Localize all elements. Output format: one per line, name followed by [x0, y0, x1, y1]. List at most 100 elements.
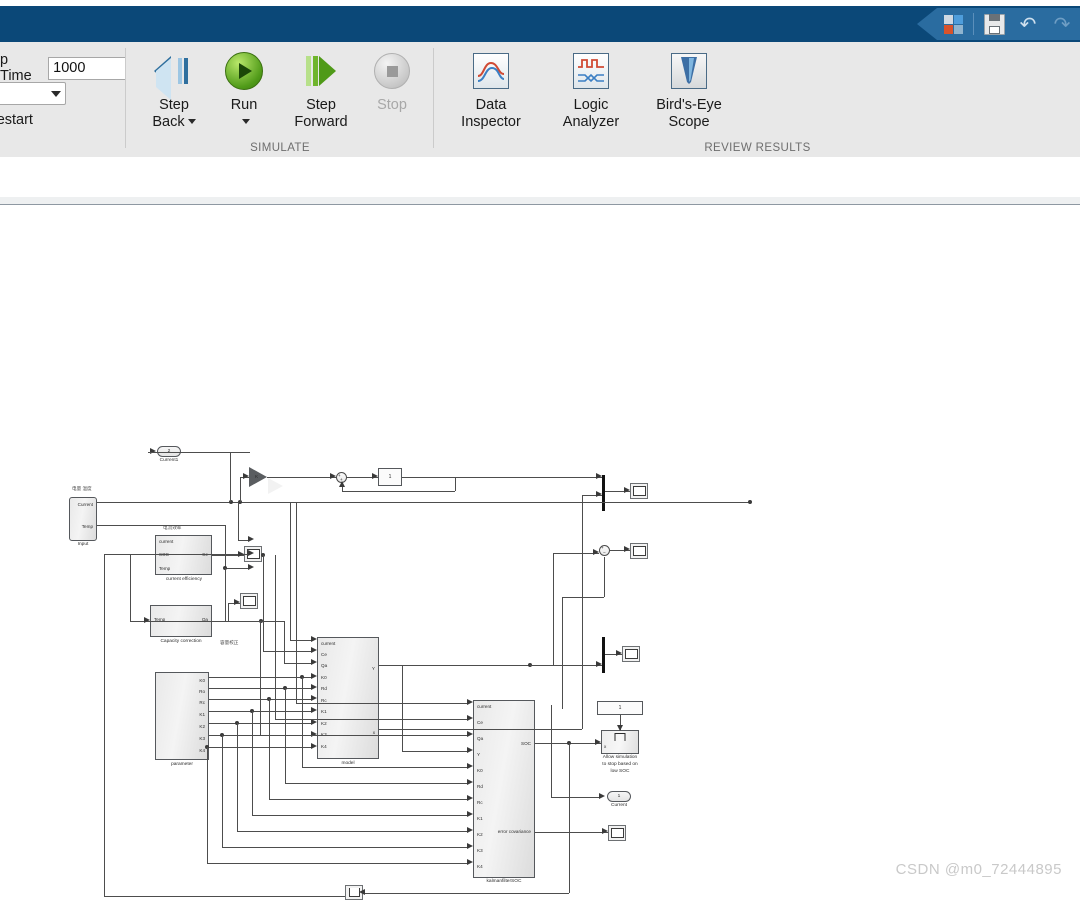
birds-eye-scope-icon — [643, 48, 735, 94]
wire-model-current-h — [290, 640, 313, 641]
review-results-group-title: REVIEW RESULTS — [704, 142, 811, 154]
arrow-model-rc — [311, 695, 317, 701]
wire-k1-down — [252, 711, 253, 815]
arrow-ce-soc — [248, 550, 254, 556]
wire-model-current-v — [290, 502, 291, 640]
logic-analyzer-label-1: Logic — [573, 97, 609, 113]
new-model-icon[interactable] — [939, 10, 967, 38]
wire-model-x-v — [582, 495, 583, 729]
arrow-mux-mid-y — [596, 661, 602, 667]
capacity-correction-annotation-cn: 容量校正 — [220, 640, 239, 645]
block-capacity-correction-label: Capacity correction — [160, 639, 202, 644]
logic-analyzer-button[interactable]: Logic Analyzer — [545, 48, 637, 131]
logic-analyzer-icon — [545, 48, 637, 94]
simulate-group-title: SIMULATE — [250, 142, 310, 154]
wire-k0 — [209, 677, 313, 678]
fast-restart-label[interactable]: Fast Restart — [0, 112, 33, 128]
undo-icon[interactable]: ↶ — [1014, 10, 1042, 38]
wire-sum-mid-minus-v — [604, 557, 605, 597]
block-constant[interactable]: 1 — [597, 701, 643, 715]
param-out-ro: Ro — [199, 689, 205, 694]
kf-in-qa: Qa — [477, 736, 484, 741]
wire-kf-qa-v — [260, 621, 261, 735]
mux-mid[interactable] — [602, 637, 605, 673]
block-kalmanfilter-soc[interactable]: current Ce Qa Y K0 Rd Rc K1 K2 K3 K4 SOC… — [473, 700, 535, 878]
wire-gain-feed-v — [240, 477, 241, 502]
chevron-down-icon[interactable] — [187, 119, 196, 124]
block-kalmanfilter-soc-label: kalmanfilterSOC — [486, 879, 522, 884]
param-out-rc: Rc — [199, 700, 205, 705]
wire-ro-to-kf — [285, 783, 469, 784]
arrow-kf-y — [467, 747, 473, 753]
wire-soc-loop-left — [104, 554, 105, 896]
block-sum-mid[interactable]: + − — [599, 545, 610, 556]
block-input[interactable]: Current Temp — [69, 497, 97, 541]
chevron-down-icon[interactable] — [241, 119, 250, 124]
arrow-kf-current — [467, 699, 473, 705]
group-divider-2 — [433, 48, 434, 148]
simulation-mode-select[interactable]: mal — [0, 82, 66, 105]
step-back-label-2: Back — [152, 114, 185, 130]
scope-mux-mid[interactable] — [622, 646, 640, 662]
data-inspector-button[interactable]: Data Inspector — [445, 48, 537, 131]
breadcrumb[interactable] — [0, 157, 1080, 198]
logic-analyzer-label-2: Analyzer — [562, 114, 620, 130]
block-model-label: model — [341, 761, 355, 766]
wire-k1 — [209, 711, 313, 712]
wire-k3-down — [222, 735, 223, 847]
simulink-canvas[interactable]: 电量 温度 Current Temp Input 2 Current1 K + … — [0, 205, 1080, 900]
wire-current-bus — [231, 502, 751, 503]
stop-label: Stop — [377, 97, 407, 113]
arrow-kf-ro — [467, 779, 473, 785]
wire-cc-bus — [240, 621, 284, 622]
kf-in-k3: K3 — [477, 848, 483, 853]
block-current-efficiency[interactable]: current SOC Temp Ce — [155, 535, 212, 575]
quick-access-expander[interactable] — [917, 8, 937, 40]
arrow-cc-scope — [234, 599, 240, 605]
wire-k2 — [209, 723, 313, 724]
arrow-model-qa — [311, 659, 317, 665]
param-out-k4: K4 — [199, 748, 205, 753]
birds-eye-scope-button[interactable]: Bird's-Eye Scope — [643, 48, 735, 131]
kf-in-current: current — [477, 704, 492, 709]
block-model[interactable]: current Ce Qa K0 Rd Rc K1 K2 K3 K4 Y x — [317, 637, 379, 759]
wire-rc — [209, 699, 313, 700]
quick-access-divider — [973, 13, 974, 35]
arrow-model-current — [311, 636, 317, 642]
block-parameter[interactable]: K0 Ro Rc K1 K2 K3 K4 — [155, 672, 209, 760]
run-button[interactable]: Run — [206, 48, 282, 131]
wire-temp-v — [225, 525, 226, 568]
step-forward-button[interactable]: Step Forward — [278, 48, 364, 131]
stop-time-input[interactable]: 1000 — [48, 56, 126, 80]
arrow-outport-current — [599, 793, 605, 799]
arrow-sum-in — [330, 473, 336, 479]
wire-k4-to-kf — [207, 863, 469, 864]
arrow-model-ce — [311, 647, 317, 653]
outport-current[interactable]: 1 — [607, 791, 631, 802]
wire-ce-to-model-v — [263, 555, 264, 651]
wire-cc-to-model-v — [284, 621, 285, 663]
step-back-button[interactable]: Step Back — [136, 48, 212, 131]
redo-icon[interactable]: ↷ — [1048, 10, 1076, 38]
kf-out-errcov: error covariance — [497, 829, 531, 834]
wire-k2-to-kf — [237, 831, 469, 832]
data-inspector-label-2: Inspector — [461, 114, 521, 130]
kf-in-k4: K4 — [477, 864, 483, 869]
input-port-temp: Temp — [81, 524, 93, 529]
arrow-sum-feedback — [339, 481, 345, 487]
scope-sum-mid[interactable] — [630, 543, 648, 559]
outport-current-label: Current — [611, 803, 627, 808]
block-unit-delay[interactable]: 1 — [378, 468, 402, 486]
scope-capacity[interactable] — [240, 593, 258, 609]
scope-mux-top[interactable] — [630, 483, 648, 499]
block-stop-simulation[interactable]: x — [601, 730, 639, 754]
wire-current-to-outport — [230, 452, 231, 502]
arrow-stop-sim — [595, 739, 601, 745]
wire-y-to-kf-h — [402, 751, 469, 752]
scope-error-covariance[interactable] — [608, 825, 626, 841]
wire-soc-loop-bottom — [104, 896, 345, 897]
data-inspector-icon — [445, 48, 537, 94]
birds-eye-label-2: Scope — [668, 114, 710, 130]
mux-top[interactable] — [602, 475, 605, 511]
save-icon[interactable] — [980, 10, 1008, 38]
